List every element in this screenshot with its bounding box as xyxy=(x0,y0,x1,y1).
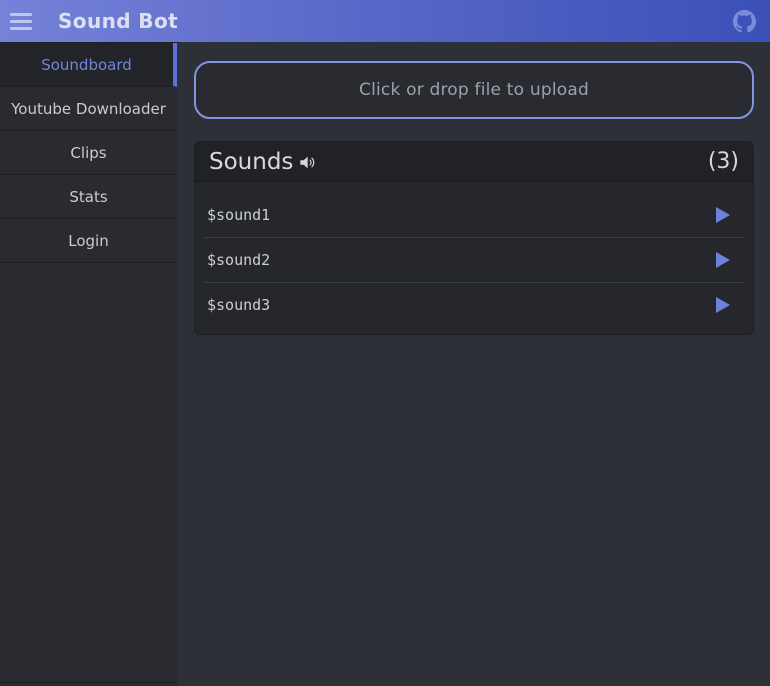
play-triangle-icon xyxy=(716,252,730,268)
play-button[interactable] xyxy=(711,293,735,317)
play-button[interactable] xyxy=(711,203,735,227)
hamburger-icon[interactable] xyxy=(8,8,34,34)
sound-row: $sound3 xyxy=(204,282,744,327)
sidebar-item-label: Soundboard xyxy=(41,56,132,74)
sound-row: $sound1 xyxy=(204,192,744,237)
sidebar-item-youtube-downloader[interactable]: Youtube Downloader xyxy=(0,87,177,131)
sound-row: $sound2 xyxy=(204,237,744,282)
hamburger-bar xyxy=(10,20,32,23)
volume-up-icon xyxy=(298,151,317,172)
dropzone-label: Click or drop file to upload xyxy=(359,80,589,100)
sounds-panel-title: Sounds xyxy=(209,149,317,175)
sound-name: $sound2 xyxy=(207,251,270,269)
github-icon[interactable] xyxy=(733,10,756,33)
app-title: Sound Bot xyxy=(58,9,178,33)
main-content: Click or drop file to upload Sounds (3) xyxy=(177,42,770,686)
hamburger-bar xyxy=(10,13,32,16)
sounds-title-text: Sounds xyxy=(209,149,293,175)
hamburger-bar xyxy=(10,27,32,30)
file-upload-dropzone[interactable]: Click or drop file to upload xyxy=(194,61,754,119)
sidebar-item-label: Login xyxy=(68,232,108,250)
sidebar-item-stats[interactable]: Stats xyxy=(0,175,177,219)
sidebar-item-label: Clips xyxy=(70,144,106,162)
play-triangle-icon xyxy=(716,207,730,223)
sidebar-item-label: Stats xyxy=(69,188,107,206)
sounds-panel-header: Sounds (3) xyxy=(195,142,753,182)
sounds-panel: Sounds (3) $sound1 xyxy=(194,141,754,335)
play-button[interactable] xyxy=(711,248,735,272)
sidebar-item-label: Youtube Downloader xyxy=(11,100,166,118)
sounds-count-badge: (3) xyxy=(708,149,739,174)
app-header: Sound Bot xyxy=(0,0,770,42)
sound-list: $sound1 $sound2 $sound3 xyxy=(195,182,753,334)
sidebar-item-soundboard[interactable]: Soundboard xyxy=(0,43,177,87)
sound-name: $sound3 xyxy=(207,296,270,314)
play-triangle-icon xyxy=(716,297,730,313)
sound-name: $sound1 xyxy=(207,206,270,224)
sidebar-item-clips[interactable]: Clips xyxy=(0,131,177,175)
sidebar-item-login[interactable]: Login xyxy=(0,219,177,263)
sidebar: Soundboard Youtube Downloader Clips Stat… xyxy=(0,42,177,686)
